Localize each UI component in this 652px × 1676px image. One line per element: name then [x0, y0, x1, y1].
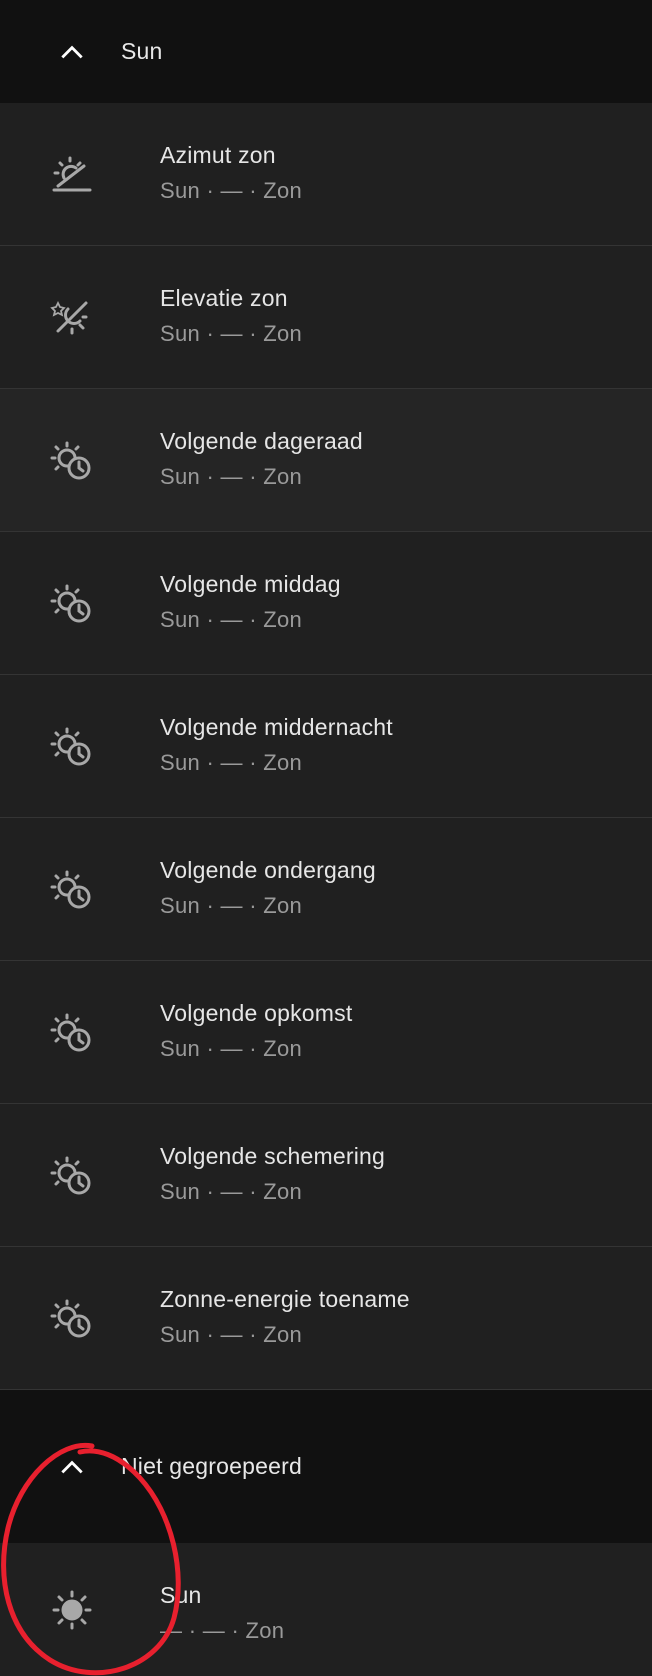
entity-row-volgende-dageraad[interactable]: Volgende dageraad Sun · — · Zon — [0, 389, 652, 532]
group-header-niet-gegroepeerd[interactable]: Niet gegroepeerd — [0, 1390, 652, 1543]
entity-row-volgende-schemering[interactable]: Volgende schemering Sun · — · Zon — [0, 1104, 652, 1247]
entity-name: Sun — [160, 1582, 202, 1608]
entity-name: Volgende opkomst — [160, 1000, 353, 1026]
entity-name: Volgende dageraad — [160, 428, 363, 454]
sun-clock-icon — [48, 1294, 96, 1342]
sun-icon — [48, 1586, 96, 1634]
entity-row-elevatie-zon[interactable]: Elevatie zon Sun · — · Zon — [0, 246, 652, 389]
chevron-up-icon[interactable] — [58, 1453, 86, 1481]
entity-row-zonne-energie-toename[interactable]: Zonne-energie toename Sun · — · Zon — [0, 1247, 652, 1390]
group-title: Niet gegroepeerd — [121, 1453, 302, 1479]
entity-row-volgende-middag[interactable]: Volgende middag Sun · — · Zon — [0, 532, 652, 675]
entity-name: Volgende middernacht — [160, 714, 393, 740]
entity-row-volgende-middernacht[interactable]: Volgende middernacht Sun · — · Zon — [0, 675, 652, 818]
sun-clock-icon — [48, 1008, 96, 1056]
entity-row-sun[interactable]: Sun — · — · Zon — [0, 1543, 652, 1676]
entity-subtitle: Sun · — · Zon — [160, 1179, 303, 1204]
entity-subtitle: Sun · — · Zon — [160, 464, 303, 489]
sun-clock-icon — [48, 865, 96, 913]
entity-subtitle: Sun · — · Zon — [160, 607, 303, 632]
sun-clock-icon — [48, 579, 96, 627]
entity-name: Zonne-energie toename — [160, 1286, 410, 1312]
entity-name: Volgende schemering — [160, 1143, 386, 1169]
entity-subtitle: Sun · — · Zon — [160, 321, 303, 346]
chevron-up-icon[interactable] — [58, 38, 86, 66]
sun-clock-icon — [48, 1151, 96, 1199]
entity-row-volgende-ondergang[interactable]: Volgende ondergang Sun · — · Zon — [0, 818, 652, 961]
group-header-sun[interactable]: Sun — [0, 0, 652, 103]
entity-name: Volgende ondergang — [160, 857, 376, 883]
entity-subtitle: Sun · — · Zon — [160, 178, 303, 203]
entity-name: Volgende middag — [160, 571, 341, 597]
entity-name: Azimut zon — [160, 142, 276, 168]
entity-subtitle: Sun · — · Zon — [160, 750, 303, 775]
entity-subtitle: Sun · — · Zon — [160, 1036, 303, 1061]
entity-row-volgende-opkomst[interactable]: Volgende opkomst Sun · — · Zon — [0, 961, 652, 1104]
entity-list-screen: Sun Azimut zon Sun · — · Zon Elevatie zo… — [0, 0, 652, 1676]
sun-angle-icon — [48, 293, 96, 341]
group-title: Sun — [121, 38, 163, 64]
sun-clock-icon — [48, 722, 96, 770]
sun-clock-icon — [48, 436, 96, 484]
entity-subtitle: Sun · — · Zon — [160, 1322, 303, 1347]
sun-azimuth-icon — [48, 150, 96, 198]
entity-subtitle: — · — · Zon — [160, 1618, 285, 1643]
entity-row-azimut-zon[interactable]: Azimut zon Sun · — · Zon — [0, 103, 652, 246]
entity-name: Elevatie zon — [160, 285, 288, 311]
entity-subtitle: Sun · — · Zon — [160, 893, 303, 918]
